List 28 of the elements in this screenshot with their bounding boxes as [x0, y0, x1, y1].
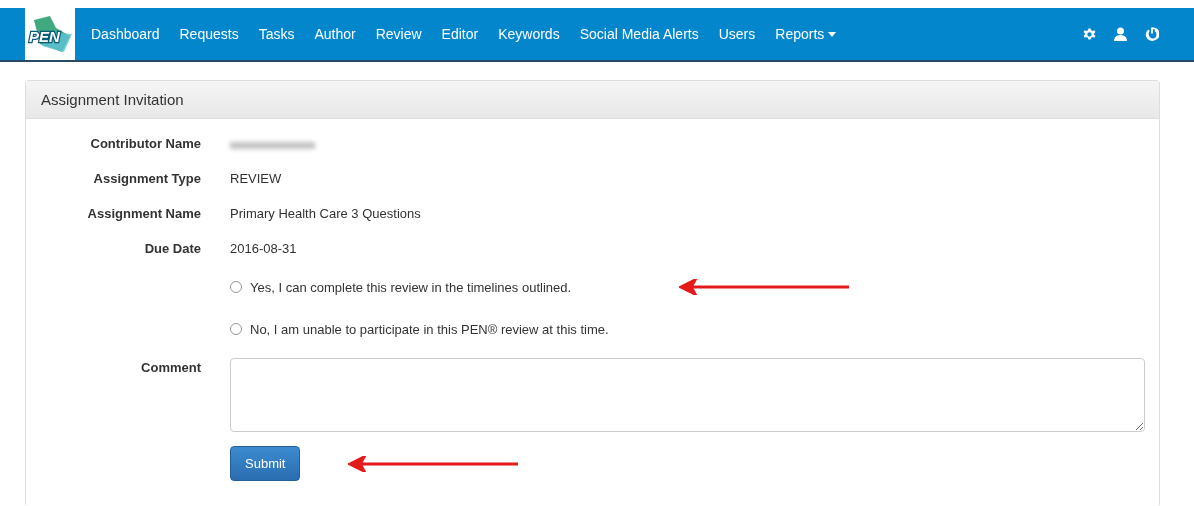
field-value: REVIEW [230, 170, 283, 188]
nav-link[interactable]: Dashboard [81, 26, 170, 42]
field-value: Primary Health Care 3 Questions [230, 205, 422, 223]
field-value: 2016-08-31 [230, 240, 298, 258]
option-label: No, I am unable to participate in this PEN® review at this time. [250, 321, 609, 337]
radio-button[interactable] [230, 323, 242, 335]
panel-title: Assignment Invitation [26, 81, 1159, 119]
field-label: Assignment Name [87, 205, 201, 223]
field-label: Assignment Type [93, 170, 201, 188]
user-icon[interactable] [1114, 27, 1127, 41]
field-label: Contributor Name [90, 135, 201, 153]
nav-link[interactable]: Reports [765, 26, 847, 42]
nav-link[interactable]: Requests [169, 26, 249, 42]
field-label: Due Date [144, 240, 201, 258]
nav-link[interactable]: Social Media Alerts [569, 26, 709, 42]
nav-link[interactable]: Review [365, 26, 432, 42]
field-label: Comment [141, 359, 201, 377]
submit-button[interactable]: Submit [230, 446, 301, 481]
nav-link[interactable]: Keywords [488, 26, 570, 42]
settings-icon[interactable] [1083, 27, 1096, 41]
radio-button[interactable] [230, 281, 242, 293]
nav-link[interactable]: Author [304, 26, 366, 42]
nav-link[interactable]: Users [708, 26, 766, 42]
option-label: Yes, I can complete this review in the timelines outlined. [250, 279, 572, 295]
comment-field[interactable] [230, 358, 1145, 432]
nav-link[interactable]: Tasks [248, 26, 305, 42]
power-icon[interactable] [1145, 27, 1159, 41]
nav-link[interactable]: Editor [431, 26, 489, 42]
